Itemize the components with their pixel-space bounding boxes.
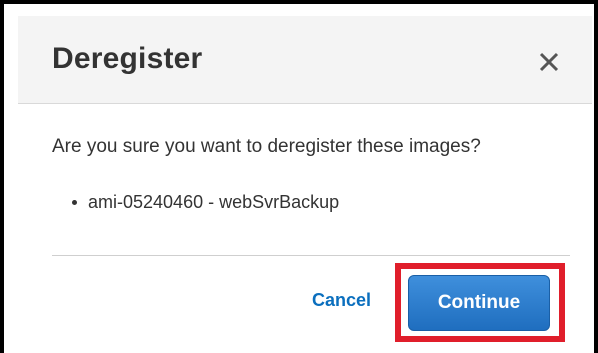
confirmation-message: Are you sure you want to deregister thes… (52, 136, 481, 157)
close-button[interactable] (536, 49, 562, 75)
dialog-title: Deregister (52, 42, 203, 75)
frame-border-left (0, 0, 4, 353)
image-list: ami-05240460 - webSvrBackup (72, 192, 340, 213)
frame-border-top (0, 0, 598, 4)
close-icon (539, 52, 559, 72)
footer-divider (52, 255, 570, 256)
frame-border-right (594, 0, 598, 353)
bullet-icon (72, 200, 77, 205)
image-list-item: ami-05240460 - webSvrBackup (72, 192, 340, 213)
cancel-button[interactable]: Cancel (312, 290, 371, 311)
image-name: ami-05240460 - webSvrBackup (88, 192, 340, 212)
continue-button[interactable]: Continue (408, 275, 550, 331)
dialog-header: Deregister (18, 16, 592, 104)
screenshot-frame: Deregister Are you sure you want to dere… (0, 0, 598, 353)
deregister-dialog: Deregister Are you sure you want to dere… (18, 16, 592, 353)
